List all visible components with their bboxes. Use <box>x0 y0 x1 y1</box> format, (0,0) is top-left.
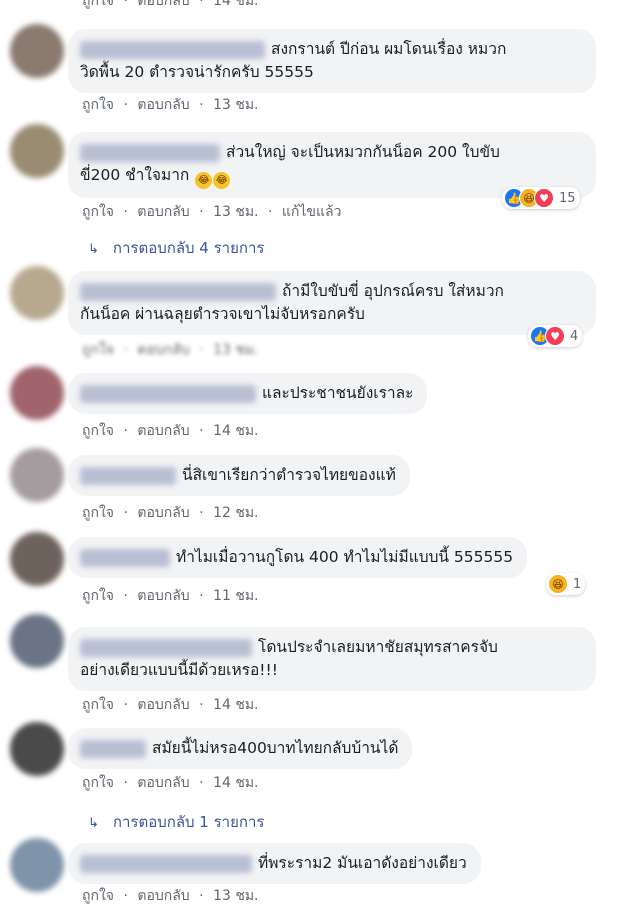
comment-text: กันน็อค ผ่านฉลุยตำรวจเขาไม่จับหรอกครับ <box>80 305 365 323</box>
reply-link[interactable]: ตอบกลับ <box>137 97 189 113</box>
reply-link[interactable]: ตอบกลับ <box>137 697 189 713</box>
timestamp: 13 ชม. <box>213 204 259 220</box>
avatar[interactable] <box>10 24 64 78</box>
timestamp: 14 ชม. <box>213 775 259 791</box>
comment-text: อย่างเดียวแบบนี้มีด้วยเหรอ!!! <box>80 661 278 679</box>
timestamp: 14 ชม. <box>213 423 259 439</box>
reply-link[interactable]: ตอบกลับ <box>137 505 189 521</box>
timestamp: 12 ชม. <box>213 505 259 521</box>
comment-text: โดนประจำเลยมหาชัยสมุทรสาครจับ <box>258 638 498 656</box>
avatar[interactable] <box>10 266 64 320</box>
avatar[interactable] <box>10 448 64 502</box>
timestamp: 13 ชม. <box>213 342 259 358</box>
like-link[interactable]: ถูกใจ <box>82 423 114 439</box>
commenter-name[interactable] <box>80 739 146 758</box>
avatar[interactable] <box>10 614 64 668</box>
reply-link[interactable]: ตอบกลับ <box>137 775 189 791</box>
view-replies-link[interactable]: ↳ การตอบกลับ 4 รายการ <box>88 236 264 260</box>
timestamp: 13 ชม. <box>213 97 259 113</box>
love-reaction-icon: ♥ <box>545 326 565 346</box>
reply-link[interactable]: ตอบกลับ <box>137 342 189 358</box>
reaction-count: 15 <box>559 190 576 206</box>
comment-bubble: ถ้ามีใบขับขี่ อุปกรณ์ครบ ใส่หมวก กันน็อค… <box>68 271 596 335</box>
edited-label[interactable]: แก้ไขแล้ว <box>282 204 342 220</box>
commenter-name[interactable] <box>80 143 220 162</box>
comment-text: และประชาชนยังเราละ <box>262 384 414 402</box>
like-link[interactable]: ถูกใจ <box>82 888 114 904</box>
comment-text: วิดพื้น 20 ตำรวจน่ารักครับ 55555 <box>80 63 314 81</box>
comment-text: ส่วนใหญ่ จะเป็นหมวกกันน็อค 200 ใบขับ <box>226 143 500 161</box>
comment-bubble: สมัยนี้ไม่หรอ400บาทไทยกลับบ้านได้ <box>68 728 413 769</box>
reaction-count: 1 <box>573 576 582 592</box>
timestamp: 13 ชม. <box>213 888 259 904</box>
timestamp: 11 ชม. <box>213 588 259 604</box>
reaction-count: 4 <box>570 328 579 344</box>
comment-bubble: นี่สิเขาเรียกว่าตำรวจไทยของแท้ <box>68 455 410 496</box>
reaction-summary[interactable]: 👍 ♥ 4 <box>528 325 583 347</box>
comment-meta: ถูกใจ · ตอบกลับ · 14 ชม. <box>82 697 259 713</box>
commenter-name[interactable] <box>80 854 252 873</box>
commenter-name[interactable] <box>80 466 176 485</box>
comment-meta: ถูกใจ · ตอบกลับ · 13 ชม. <box>82 342 259 358</box>
commenter-name[interactable] <box>80 548 170 567</box>
comment-bubble: ที่พระราม2 มันเอาดังอย่างเดียว <box>68 843 481 884</box>
reply-arrow-icon: ↳ <box>88 816 99 831</box>
comment-meta: ถูกใจ · ตอบกลับ · 14 ชม. <box>82 0 259 12</box>
like-link[interactable]: ถูกใจ <box>82 97 114 113</box>
commenter-name[interactable] <box>80 638 252 657</box>
avatar[interactable] <box>10 124 64 178</box>
comment-meta: ถูกใจ · ตอบกลับ · 14 ชม. <box>82 775 259 791</box>
comment-text: ขี่200 ชำใจมาก <box>80 166 190 184</box>
avatar[interactable] <box>10 838 64 892</box>
like-link[interactable]: ถูกใจ <box>82 697 114 713</box>
comment-meta: ถูกใจ · ตอบกลับ · 11 ชม. <box>82 588 259 604</box>
reply-link[interactable]: ตอบกลับ <box>137 0 189 9</box>
view-replies-link[interactable]: ↳ การตอบกลับ 1 รายการ <box>88 810 264 834</box>
comment-meta: ถูกใจ · ตอบกลับ · 14 ชม. <box>82 423 259 439</box>
comment-meta: ถูกใจ · ตอบกลับ · 13 ชม. <box>82 888 259 904</box>
reply-link[interactable]: ตอบกลับ <box>137 888 189 904</box>
timestamp: 14 ชม. <box>213 0 259 9</box>
like-link[interactable]: ถูกใจ <box>82 505 114 521</box>
reply-link[interactable]: ตอบกลับ <box>137 204 189 220</box>
reaction-summary[interactable]: 😆 1 <box>546 573 586 595</box>
comment-bubble: โดนประจำเลยมหาชัยสมุทรสาครจับ อย่างเดียว… <box>68 627 596 691</box>
comment-bubble: สงกรานต์ ปีก่อน ผมโดนเรื่อง หมวก วิดพื้น… <box>68 29 596 93</box>
like-link[interactable]: ถูกใจ <box>82 0 114 9</box>
comment-text: สงกรานต์ ปีก่อน ผมโดนเรื่อง หมวก <box>271 40 507 58</box>
commenter-name[interactable] <box>80 40 265 59</box>
like-link[interactable]: ถูกใจ <box>82 775 114 791</box>
comment-text: สมัยนี้ไม่หรอ400บาทไทยกลับบ้านได้ <box>152 739 399 757</box>
avatar[interactable] <box>10 532 64 586</box>
comment-text: ทำไมเมื่อวานกูโดน 400 ทำไมไม่มีแบบนี้ 55… <box>176 548 514 566</box>
comment-text: ถ้ามีใบขับขี่ อุปกรณ์ครบ ใส่หมวก <box>282 282 504 300</box>
comment-meta: ถูกใจ · ตอบกลับ · 13 ชม. <box>82 97 259 113</box>
reaction-summary[interactable]: 👍 😆 ♥ 15 <box>502 187 580 209</box>
haha-reaction-icon: 😆 <box>548 574 568 594</box>
commenter-name[interactable] <box>80 384 256 403</box>
reply-link[interactable]: ตอบกลับ <box>137 423 189 439</box>
comment-meta: ถูกใจ · ตอบกลับ · 12 ชม. <box>82 505 259 521</box>
love-reaction-icon: ♥ <box>534 188 554 208</box>
timestamp: 14 ชม. <box>213 697 259 713</box>
laughing-emoji-icon: 😂 <box>195 172 213 189</box>
like-link[interactable]: ถูกใจ <box>82 204 114 220</box>
laughing-emoji-icon: 😂 <box>213 172 231 189</box>
avatar[interactable] <box>10 366 64 420</box>
comment-bubble: ทำไมเมื่อวานกูโดน 400 ทำไมไม่มีแบบนี้ 55… <box>68 537 528 578</box>
comment-bubble: และประชาชนยังเราละ <box>68 373 428 414</box>
comment-text: นี่สิเขาเรียกว่าตำรวจไทยของแท้ <box>182 466 396 484</box>
comment-meta: ถูกใจ · ตอบกลับ · 13 ชม. · แก้ไขแล้ว <box>82 204 342 220</box>
reply-arrow-icon: ↳ <box>88 242 99 257</box>
avatar[interactable] <box>10 722 64 776</box>
comment-text: ที่พระราม2 มันเอาดังอย่างเดียว <box>258 854 467 872</box>
like-link[interactable]: ถูกใจ <box>82 588 114 604</box>
like-link[interactable]: ถูกใจ <box>82 342 114 358</box>
commenter-name[interactable] <box>80 282 276 301</box>
reply-link[interactable]: ตอบกลับ <box>137 588 189 604</box>
